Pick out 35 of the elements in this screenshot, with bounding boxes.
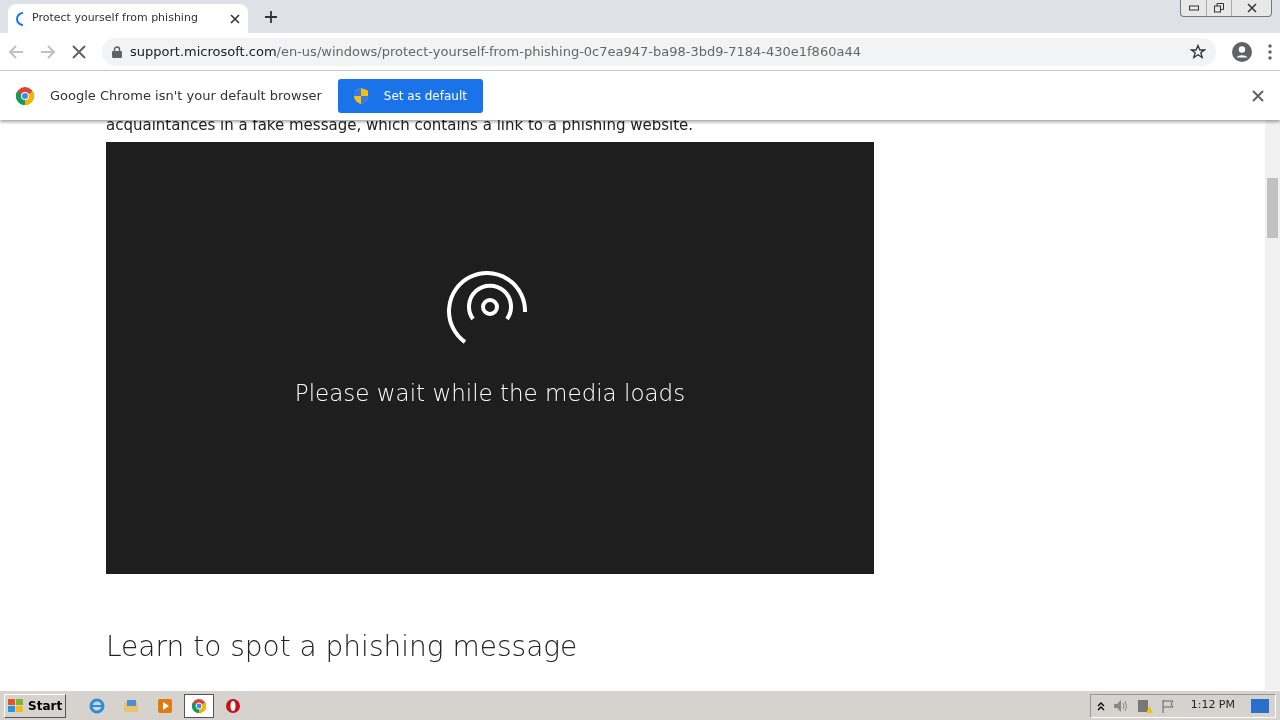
play-icon[interactable]: [157, 697, 174, 714]
show-desktop-icon[interactable]: [1251, 698, 1269, 713]
clock-time[interactable]: 1:12 PM: [1190, 697, 1235, 714]
speaker-icon[interactable]: [1112, 698, 1129, 713]
browser-e-icon[interactable]: [89, 697, 106, 714]
menu-icon[interactable]: [1268, 43, 1272, 60]
chevron-up-icon[interactable]: [1096, 700, 1105, 711]
network-warning-icon[interactable]: [1136, 697, 1153, 714]
close-icon[interactable]: [1252, 90, 1264, 103]
opera-o-icon[interactable]: [225, 697, 242, 714]
lock-icon: [112, 45, 122, 58]
close-icon[interactable]: [230, 13, 240, 24]
stop-icon[interactable]: [72, 44, 86, 59]
start-button[interactable]: Start: [4, 693, 67, 718]
minimize-icon: [1188, 5, 1199, 11]
address-bar[interactable]: support.microsoft.com/en-us/windows/protect-yourself-from-phishing-0c7ea947-ba98-3bd9-7184-430e1f860a44: [102, 37, 1216, 66]
chrome-logo-icon[interactable]: [191, 697, 208, 714]
set-as-default-button[interactable]: Set as default: [337, 78, 483, 113]
new-tab-icon[interactable]: [264, 9, 278, 24]
restore-icon: [1214, 3, 1224, 13]
chrome-logo-icon: [16, 86, 34, 105]
scrollbar[interactable]: [1265, 120, 1280, 690]
account-icon[interactable]: [1232, 41, 1252, 62]
infobar-message: Google Chrome isn't your default browser: [50, 86, 322, 105]
browser-tab[interactable]: Protect yourself from phishing: [8, 4, 248, 33]
star-icon[interactable]: [1190, 43, 1206, 60]
loading-spinner-icon: [16, 11, 24, 26]
windows-flag-icon: [8, 698, 24, 713]
tab-title: Protect yourself from phishing: [32, 10, 199, 27]
close-icon: [1246, 3, 1257, 13]
media-loading-message: Please wait while the media loads: [294, 378, 686, 408]
folder-icon[interactable]: [123, 697, 140, 714]
flag-icon[interactable]: [1160, 698, 1175, 713]
shield-icon: [353, 87, 368, 104]
section-heading: Learn to spot a phishing message: [106, 629, 579, 665]
